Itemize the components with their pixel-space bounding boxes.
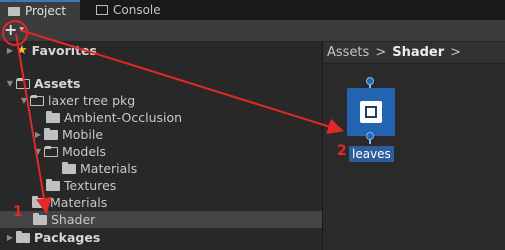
tree-label: laxer tree pkg bbox=[48, 93, 136, 108]
tree-label: Models bbox=[62, 144, 107, 159]
asset-label: leaves bbox=[349, 146, 394, 162]
collapse-arrow-icon[interactable]: ▼ bbox=[4, 79, 16, 88]
expand-arrow-icon[interactable]: ▶ bbox=[32, 130, 44, 139]
collapse-arrow-icon[interactable]: ▼ bbox=[32, 147, 44, 156]
tree-label: Materials bbox=[50, 195, 108, 210]
breadcrumb-separator: > bbox=[450, 45, 462, 60]
tree-item-ambient-occlusion[interactable]: Ambient-Occlusion bbox=[46, 109, 182, 126]
expand-arrow-icon[interactable]: ▶ bbox=[4, 233, 16, 242]
tree-label: Mobile bbox=[62, 127, 104, 142]
folder-icon bbox=[46, 178, 60, 191]
tab-bar: Project Console bbox=[0, 0, 505, 20]
shader-graph-icon bbox=[347, 88, 395, 136]
tab-console-label: Console bbox=[113, 3, 161, 17]
tree-label: Favorites bbox=[31, 43, 97, 58]
tree-label: Packages bbox=[34, 230, 101, 245]
tree-item-models-materials[interactable]: Materials bbox=[62, 160, 137, 177]
breadcrumb-shader[interactable]: Shader bbox=[392, 45, 444, 60]
folder-icon bbox=[8, 6, 20, 16]
asset-panel: Assets > Shader > leaves bbox=[323, 42, 505, 250]
breadcrumb: Assets > Shader > bbox=[323, 42, 505, 64]
tab-project[interactable]: Project bbox=[0, 0, 80, 20]
folder-open-icon bbox=[16, 77, 30, 89]
expand-arrow-icon[interactable]: ▶ bbox=[4, 46, 16, 55]
tree-item-laxer-tree-pkg[interactable]: ▼ laxer tree pkg bbox=[18, 92, 135, 109]
folder-icon bbox=[44, 127, 58, 140]
project-tree: ▶ ★ Favorites ▼ Assets ▼ laxer tree pkg … bbox=[0, 42, 322, 250]
project-toolbar: + ▾ bbox=[0, 20, 505, 42]
breadcrumb-separator: > bbox=[375, 45, 387, 60]
tree-item-shader[interactable]: Shader bbox=[0, 211, 322, 228]
connector-dot bbox=[366, 77, 374, 85]
folder-open-icon bbox=[44, 145, 58, 157]
tree-label: Assets bbox=[34, 76, 81, 91]
folder-icon bbox=[62, 161, 76, 174]
tab-project-label: Project bbox=[25, 4, 67, 18]
tab-console[interactable]: Console bbox=[88, 0, 169, 20]
folder-icon bbox=[33, 212, 47, 225]
annotation-number-2: 2 bbox=[337, 143, 347, 159]
tree-item-materials[interactable]: Materials bbox=[32, 194, 107, 211]
tree-label: Textures bbox=[64, 178, 117, 193]
annotation-circle bbox=[2, 20, 28, 46]
breadcrumb-assets[interactable]: Assets bbox=[327, 45, 369, 60]
tree-label: Shader bbox=[51, 212, 96, 227]
tree-item-models[interactable]: ▼ Models bbox=[32, 143, 106, 160]
folder-open-icon bbox=[30, 94, 44, 106]
tree-label: Materials bbox=[80, 161, 138, 176]
collapse-arrow-icon[interactable]: ▼ bbox=[18, 96, 30, 105]
connector-dot bbox=[366, 132, 374, 140]
shader-glyph bbox=[360, 101, 382, 123]
tree-item-assets[interactable]: ▼ Assets bbox=[4, 75, 81, 92]
folder-icon bbox=[16, 230, 30, 243]
tree-item-packages[interactable]: ▶ Packages bbox=[4, 229, 100, 246]
folder-icon bbox=[46, 110, 60, 123]
tree-item-mobile[interactable]: ▶ Mobile bbox=[32, 126, 103, 143]
asset-item-leaves[interactable]: leaves bbox=[345, 77, 397, 166]
folder-icon bbox=[32, 195, 46, 208]
tree-item-textures[interactable]: Textures bbox=[46, 177, 116, 194]
console-icon bbox=[96, 5, 108, 15]
annotation-number-1: 1 bbox=[13, 204, 23, 220]
tree-label: Ambient-Occlusion bbox=[64, 110, 183, 125]
